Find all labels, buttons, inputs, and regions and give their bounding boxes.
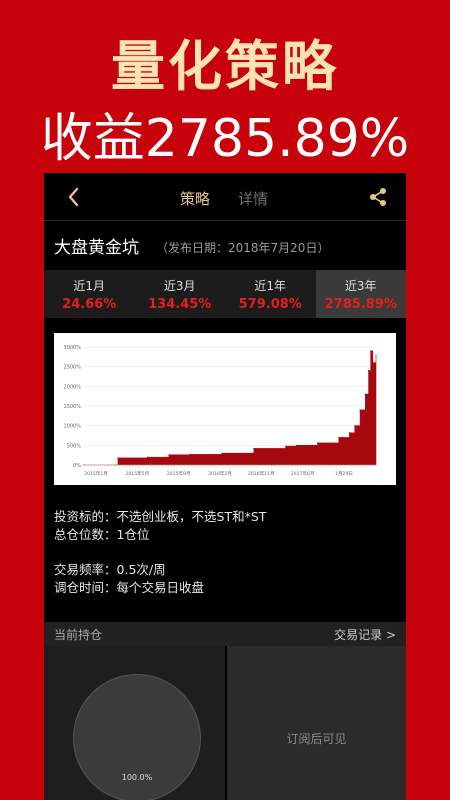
share-icon[interactable]	[368, 187, 388, 207]
x-tick-label: 2015年1月	[84, 470, 108, 477]
positions-value: 1仓位	[116, 527, 150, 542]
tab-detail[interactable]: 详情	[238, 188, 268, 209]
y-tick-label: 2000%	[64, 384, 82, 390]
data-point	[253, 447, 255, 450]
period-return: 2785.89%	[324, 297, 397, 312]
return-chart-svg: 3000% 2500% 2000% 1500% 1000% 500% 0%2015年1月 20…	[64, 345, 377, 477]
positions-label: 总仓位数：	[54, 527, 117, 542]
holdings-header: 当前持仓 交易记录 >	[44, 622, 406, 646]
data-point	[189, 453, 191, 455]
chevron-left-icon[interactable]	[64, 185, 84, 209]
period-tab-3y[interactable]: 近3年 2785.89%	[315, 270, 406, 318]
y-tick-label: 3000%	[64, 345, 82, 351]
tab-strategy[interactable]: 策略	[180, 188, 210, 209]
data-point	[367, 370, 370, 372]
period-label: 近1年	[254, 279, 287, 293]
promo-subtitle: 收益2785.89%	[40, 109, 410, 169]
y-tick-label: 1000%	[64, 424, 82, 430]
period-return: 24.66%	[62, 297, 117, 312]
holdings-title: 当前持仓	[54, 628, 103, 642]
subscribe-to-view-text: 订阅后可见	[286, 732, 347, 746]
x-tick-label: 2015年9月	[167, 470, 191, 477]
app-screen: 策略 详情 大盘黄金坑 （发布日期：2018年7月20日） 近1月 24.66%…	[44, 173, 406, 800]
nav-bar: 策略 详情	[44, 173, 406, 221]
info-frequency: 交易频率：0.5次/周	[54, 559, 166, 578]
holdings-locked-panel[interactable]: 订阅后可见	[227, 646, 406, 800]
data-point	[354, 425, 356, 427]
data-point	[285, 445, 287, 447]
period-label: 近3年	[344, 279, 377, 293]
data-point	[338, 436, 340, 439]
publish-date: （发布日期：2018年7月20日）	[156, 241, 330, 255]
data-point	[295, 444, 297, 446]
x-tick-label: 2016年2月	[208, 470, 232, 477]
data-point	[117, 457, 119, 459]
holdings-pie-panel: 100.0%	[44, 646, 225, 800]
data-point	[221, 452, 223, 454]
period-return: 579.08%	[238, 297, 302, 312]
data-point	[359, 409, 361, 411]
y-tick-label: 500%	[67, 443, 82, 449]
period-tab-1m[interactable]: 近1月 24.66%	[44, 270, 135, 318]
data-point	[317, 442, 319, 444]
y-tick-label: 2500%	[64, 365, 82, 371]
info-rebalance: 调仓时间：每个交易日收盘	[54, 577, 204, 596]
x-tick-label: 2015年5月	[125, 470, 149, 477]
return-chart: 3000% 2500% 2000% 1500% 1000% 500% 0% 2015年1月 20…	[54, 333, 396, 485]
period-return: 134.45%	[148, 297, 212, 312]
frequency-label: 交易频率：	[54, 562, 117, 577]
rebalance-value: 每个交易日收盘	[116, 580, 205, 595]
series-area	[84, 350, 377, 466]
data-point	[370, 350, 372, 352]
info-positions: 总仓位数：1仓位	[54, 524, 149, 543]
holdings-pie-chart: 100.0%	[73, 674, 201, 800]
period-tab-3m[interactable]: 近3月 134.45%	[135, 270, 226, 318]
info-target: 投资标的：不选创业板，不选ST和*ST	[54, 506, 266, 525]
x-tick-label: 2016年11月	[248, 470, 275, 477]
period-selector: 近1月 24.66% 近3月 134.45% 近1年 579.08% 近3年 2…	[44, 270, 406, 318]
target-value: 不选创业板，不选ST和*ST	[116, 509, 267, 524]
data-point	[168, 454, 170, 456]
y-tick-label: 1500%	[64, 404, 82, 410]
promo-title: 量化策略	[111, 35, 339, 98]
data-point	[147, 456, 149, 458]
data-point	[372, 362, 374, 364]
trade-records-link[interactable]: 交易记录 >	[334, 626, 396, 643]
period-tab-1y[interactable]: 近1年 579.08%	[225, 270, 316, 318]
x-tick-label: 1月29日	[335, 471, 353, 477]
period-label: 近1月	[73, 279, 106, 293]
data-point	[348, 432, 351, 434]
pie-percent-label: 100.0%	[121, 773, 153, 782]
y-tick-label: 0%	[73, 463, 81, 469]
rebalance-label: 调仓时间：	[54, 580, 117, 595]
data-point	[375, 354, 377, 357]
x-tick-label: 2017年6月	[291, 470, 315, 477]
target-label: 投资标的：	[54, 509, 117, 524]
strategy-name: 大盘黄金坑	[54, 238, 139, 258]
data-point	[364, 393, 366, 395]
period-label: 近3月	[163, 279, 196, 293]
frequency-value: 0.5次/周	[116, 562, 166, 577]
